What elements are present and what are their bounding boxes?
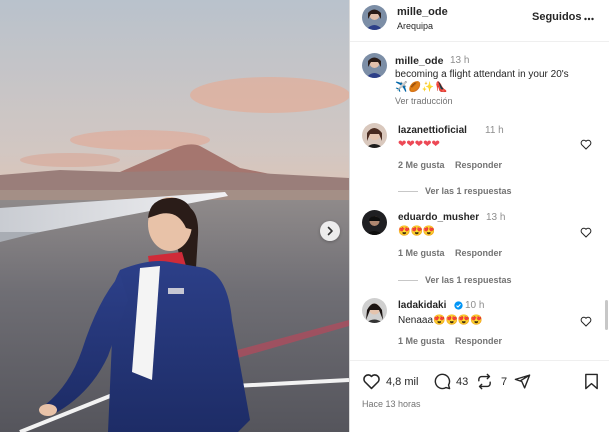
- reply-button[interactable]: Responder: [455, 248, 502, 258]
- comment-time: 13 h: [486, 212, 506, 223]
- comment-action[interactable]: 43: [434, 373, 468, 390]
- comment-heart-icon[interactable]: [580, 139, 592, 150]
- comments-count[interactable]: 43: [456, 376, 468, 388]
- comment-time: 10 h: [465, 300, 485, 311]
- action-bar: 4,8 mil 43 7 Hace 13 horas: [350, 360, 609, 432]
- repost-action[interactable]: 7: [476, 373, 507, 390]
- following-button[interactable]: Seguidos: [532, 11, 582, 23]
- verified-badge-icon: [454, 301, 463, 310]
- caption-time: 13 h: [450, 55, 470, 66]
- caption-text: becoming a flight attendant in your 20's: [395, 69, 569, 80]
- post-location[interactable]: Arequipa: [397, 21, 433, 31]
- comment-username[interactable]: lazanettioficial: [398, 125, 467, 136]
- view-replies-link[interactable]: Ver las 1 respuestas: [425, 186, 512, 196]
- heart-icon[interactable]: [362, 373, 381, 390]
- comment-icon[interactable]: [434, 373, 451, 390]
- comment-text: ❤❤❤❤❤: [398, 139, 440, 150]
- comment-avatar[interactable]: [362, 210, 387, 235]
- likes-count[interactable]: 4,8 mil: [386, 376, 418, 388]
- caption-emoji: ✈️🏉✨👠: [395, 82, 449, 93]
- comment-username[interactable]: ladakidaki: [398, 300, 446, 311]
- replies-divider: [398, 280, 418, 281]
- reply-button[interactable]: Responder: [455, 336, 502, 346]
- comment-heart-icon[interactable]: [580, 227, 592, 238]
- like-action[interactable]: 4,8 mil: [362, 373, 418, 390]
- comment-likes[interactable]: 1 Me gusta: [398, 336, 445, 346]
- share-action[interactable]: [514, 373, 531, 390]
- comment-username[interactable]: eduardo_musher: [398, 212, 479, 223]
- author-username[interactable]: mille_ode: [397, 6, 448, 18]
- comment-time: 11 h: [485, 125, 504, 136]
- more-options-icon[interactable]: [584, 15, 594, 23]
- comment-likes[interactable]: 2 Me gusta: [398, 160, 445, 170]
- post-timestamp: Hace 13 horas: [362, 399, 421, 409]
- reposts-count[interactable]: 7: [501, 376, 507, 388]
- photo-image: [0, 0, 349, 432]
- see-translation-link[interactable]: Ver traducción: [395, 96, 453, 106]
- replies-divider: [398, 191, 418, 192]
- next-photo-button[interactable]: [320, 221, 340, 241]
- bookmark-icon[interactable]: [584, 373, 599, 390]
- caption-avatar[interactable]: [362, 53, 387, 78]
- post-sidebar: mille_ode Arequipa Seguidos mille_ode 13…: [349, 0, 609, 432]
- author-avatar[interactable]: [362, 5, 387, 30]
- comment-text: Nenaaa😍😍😍😍: [398, 315, 483, 326]
- chevron-right-icon: [327, 226, 333, 236]
- post-header: mille_ode Arequipa Seguidos: [350, 0, 609, 42]
- comment-heart-icon[interactable]: [580, 316, 592, 327]
- comments-scrollbar[interactable]: [605, 300, 608, 330]
- comment-avatar[interactable]: [362, 298, 387, 323]
- reply-button[interactable]: Responder: [455, 160, 502, 170]
- save-action[interactable]: [584, 373, 599, 390]
- view-replies-link[interactable]: Ver las 1 respuestas: [425, 275, 512, 285]
- comment-likes[interactable]: 1 Me gusta: [398, 248, 445, 258]
- share-icon[interactable]: [514, 373, 531, 390]
- post-photo[interactable]: [0, 0, 349, 432]
- comment-text: 😍😍😍: [398, 226, 436, 237]
- caption-username[interactable]: mille_ode: [395, 55, 443, 67]
- repost-icon[interactable]: [476, 373, 493, 390]
- comment-avatar[interactable]: [362, 123, 387, 148]
